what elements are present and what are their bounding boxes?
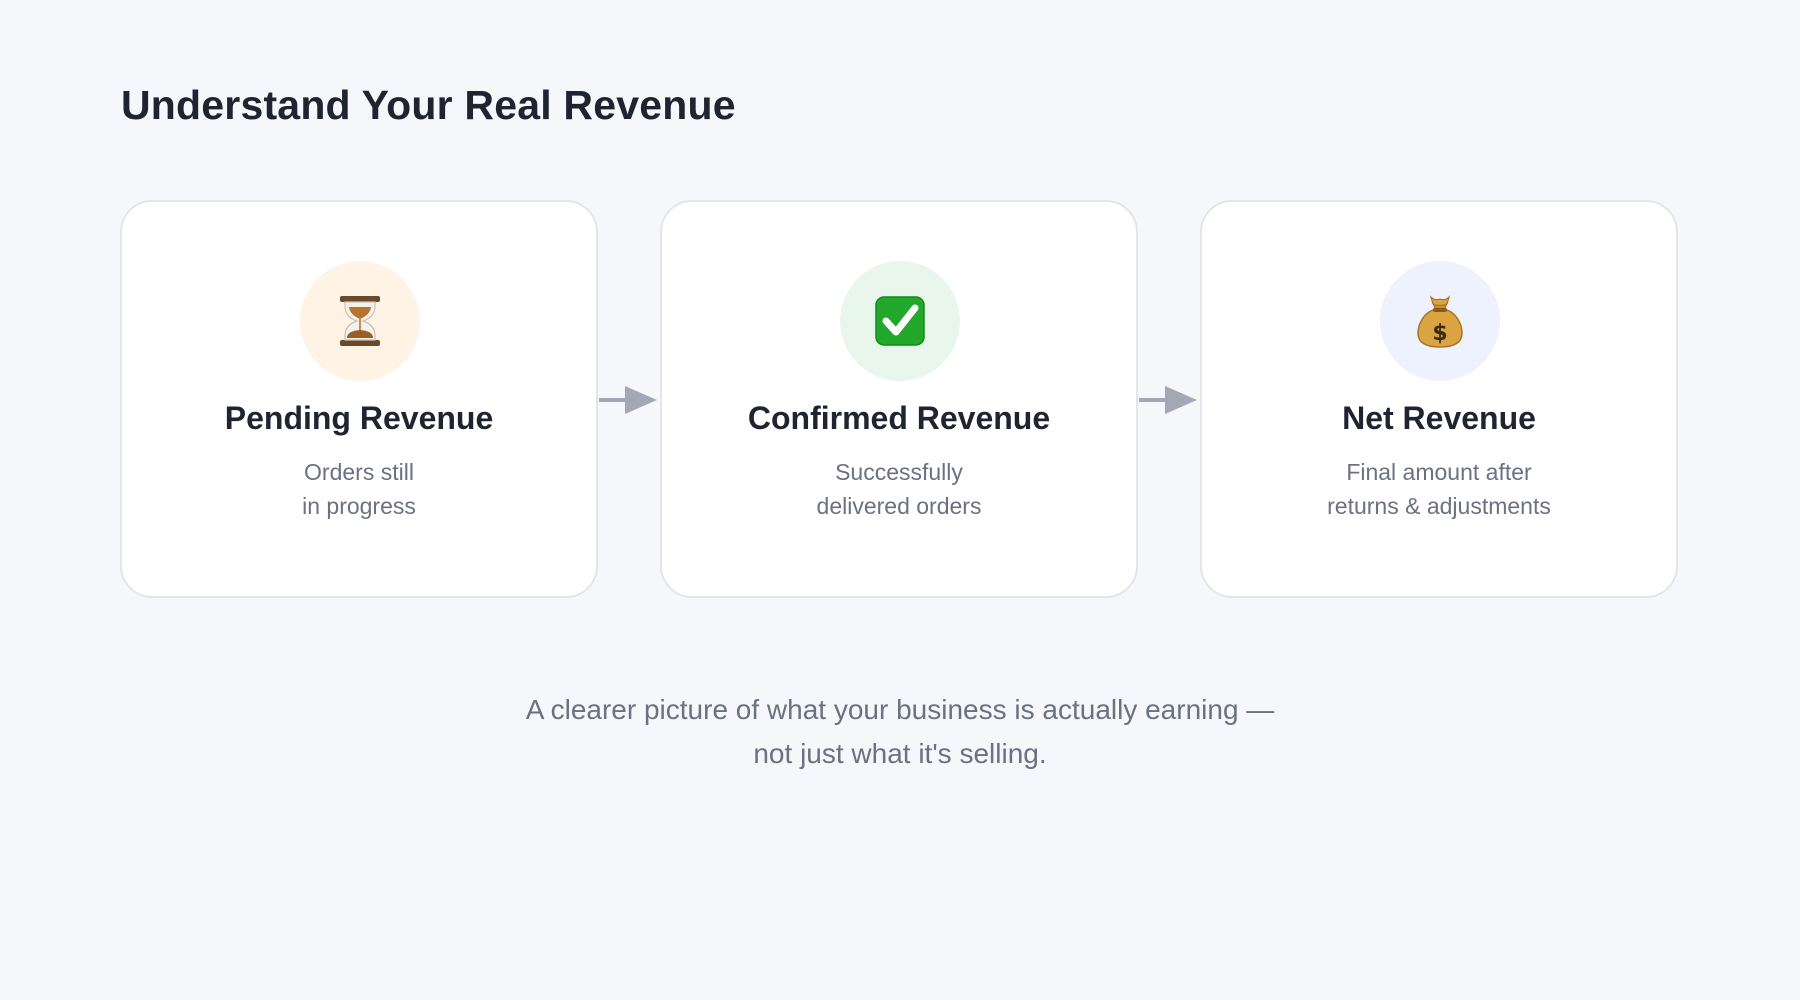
- card-description: Final amount after returns & adjustments: [1202, 455, 1676, 523]
- right-arrow-icon: [599, 386, 657, 414]
- card-description-line: Successfully: [835, 459, 963, 485]
- money-bag-icon: $: [1417, 294, 1463, 348]
- net-revenue-card: $ Net Revenue Final amount after returns…: [1200, 200, 1678, 598]
- card-description-line: delivered orders: [816, 493, 982, 519]
- right-arrow-icon: [1139, 386, 1197, 414]
- caption-line: not just what it's selling.: [753, 738, 1047, 769]
- summary-caption: A clearer picture of what your business …: [0, 688, 1800, 776]
- card-description-line: in progress: [302, 493, 416, 519]
- pending-icon-circle: [300, 261, 420, 381]
- net-icon-circle: $: [1380, 261, 1500, 381]
- hourglass-icon: [340, 296, 380, 346]
- caption-line: A clearer picture of what your business …: [525, 694, 1275, 725]
- card-description: Successfully delivered orders: [662, 455, 1136, 523]
- page-title: Understand Your Real Revenue: [121, 82, 736, 128]
- card-description-line: Orders still: [304, 459, 414, 485]
- card-description-line: returns & adjustments: [1327, 493, 1551, 519]
- card-title: Pending Revenue: [224, 400, 494, 436]
- check-mark-icon: [875, 296, 925, 346]
- card-description-line: Final amount after: [1346, 459, 1532, 485]
- card-description: Orders still in progress: [122, 455, 596, 523]
- pending-revenue-card: Pending Revenue Orders still in progress: [120, 200, 598, 598]
- confirmed-icon-circle: [840, 261, 960, 381]
- card-title: Confirmed Revenue: [747, 400, 1051, 436]
- card-title: Net Revenue: [1342, 400, 1536, 436]
- svg-text:$: $: [1432, 321, 1447, 346]
- confirmed-revenue-card: Confirmed Revenue Successfully delivered…: [660, 200, 1138, 598]
